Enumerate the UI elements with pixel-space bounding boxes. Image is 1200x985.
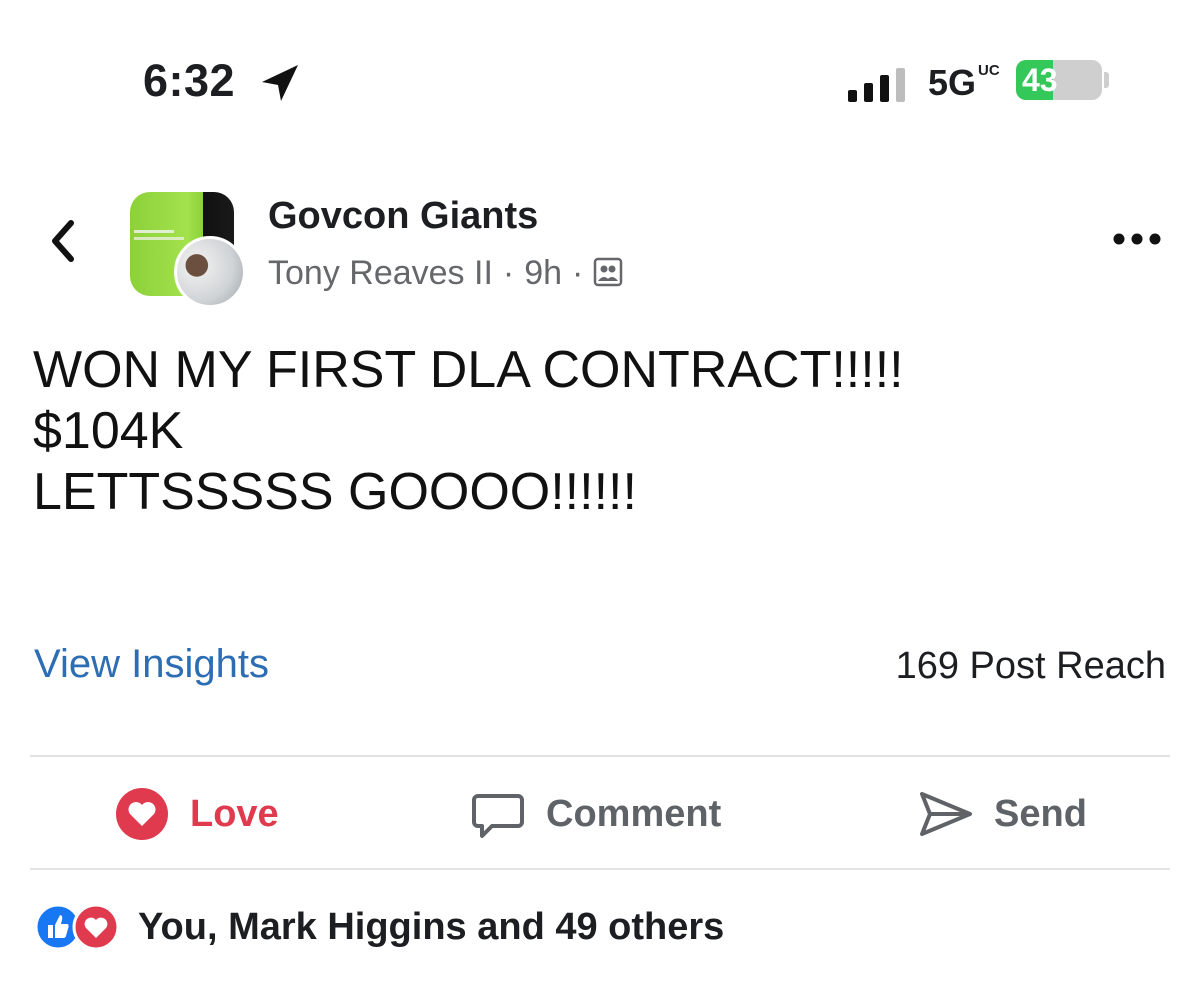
post-line: $104K [33,402,184,460]
divider [30,755,1170,757]
reactions-text: You, Mark Higgins and 49 others [138,905,725,948]
group-name[interactable]: Govcon Giants [268,195,538,238]
view-insights-link[interactable]: View Insights [34,642,269,687]
love-button[interactable]: Love [114,784,279,844]
divider [30,868,1170,870]
group-logo-icon [134,230,184,240]
signal-bars-icon [848,68,905,102]
post-line: WON MY FIRST DLA CONTRACT!!!!! [33,341,904,399]
love-reaction-icon [116,788,168,840]
post-text: WON MY FIRST DLA CONTRACT!!!!! $104K LET… [33,340,904,523]
send-arrow-icon [920,792,972,836]
network-type: 5G [928,62,977,103]
send-label: Send [994,792,1087,835]
send-button[interactable]: Send [918,784,1087,844]
battery-percent: 43 [1022,62,1058,98]
battery-nub [1104,72,1109,88]
comment-label: Comment [546,792,722,835]
post-time: 9h [524,254,563,292]
reactions-summary[interactable]: You, Mark Higgins and 49 others [34,903,724,951]
author-name[interactable]: Tony Reaves II [268,254,493,292]
meta-separator: · [502,254,515,292]
comment-button[interactable]: Comment [470,784,721,844]
back-chevron-icon[interactable] [45,215,81,267]
post-reach: 169 Post Reach [895,645,1166,687]
location-arrow-icon [262,65,298,101]
more-options-icon[interactable] [1112,232,1162,246]
network-suffix: UC [978,62,1000,79]
status-time: 6:32 [143,55,236,106]
reaction-icons [34,903,120,951]
post-line: LETTSSSSS GOOOO!!!!!! [33,463,637,521]
post-meta: Tony Reaves II · 9h · [268,254,623,293]
group-members-icon [594,257,623,287]
meta-separator: · [572,254,584,292]
love-label: Love [190,792,279,835]
comment-bubble-icon [472,794,524,838]
author-avatar[interactable] [174,236,246,308]
battery-indicator: 43 [1016,60,1102,100]
